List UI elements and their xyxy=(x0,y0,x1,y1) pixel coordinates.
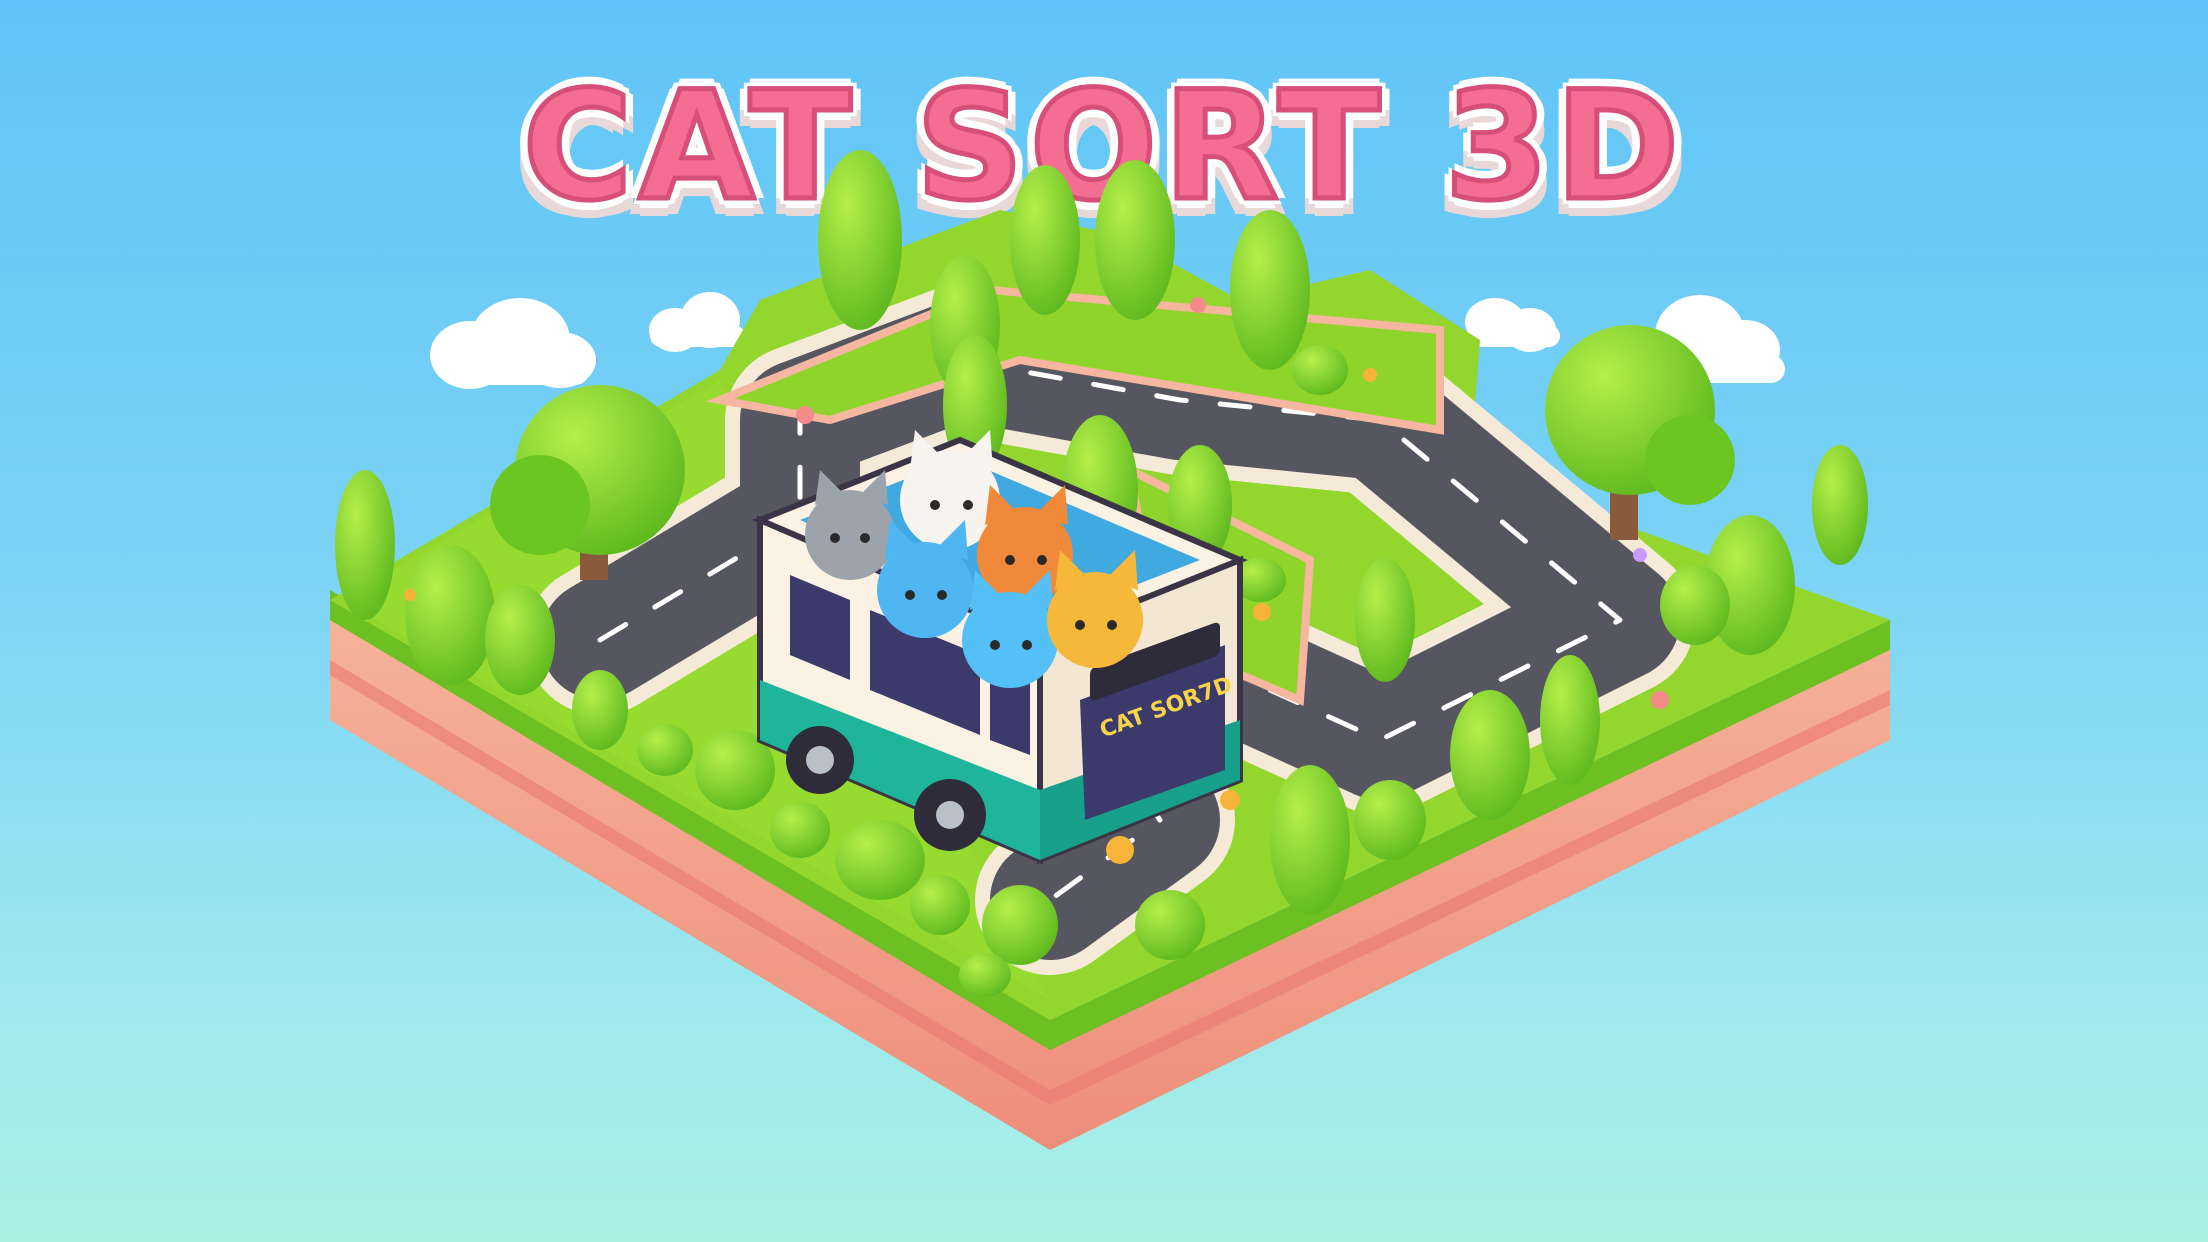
cloud-icon xyxy=(430,298,596,389)
game-scene: CAT SOR7D xyxy=(330,150,1890,1150)
cloud-icon xyxy=(649,292,745,352)
